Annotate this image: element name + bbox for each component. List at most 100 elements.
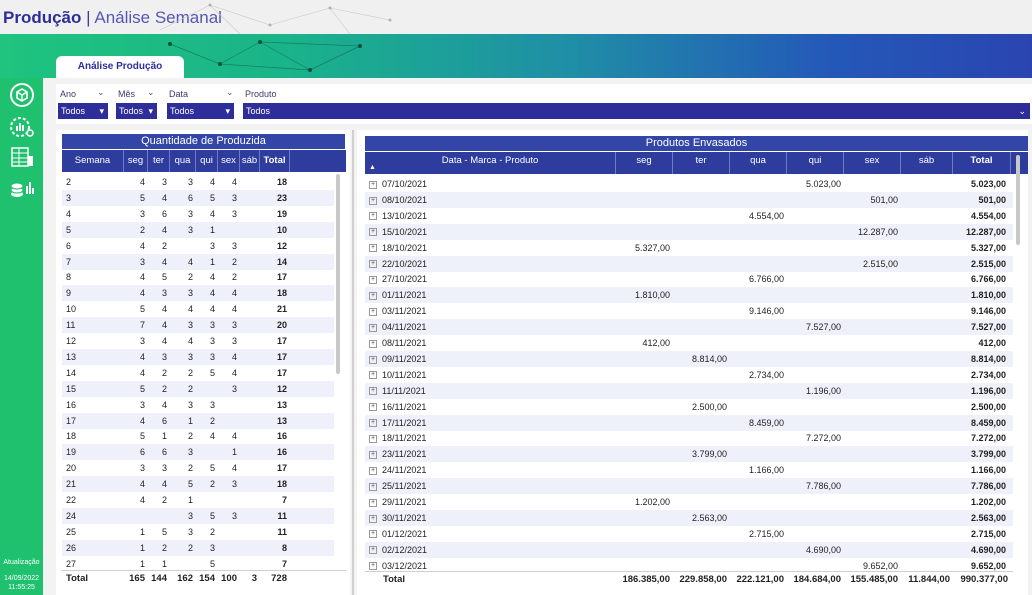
expand-icon[interactable]: + — [369, 466, 377, 475]
column-header-day[interactable]: sex — [218, 150, 240, 172]
table-row[interactable]: 13 4 3 3 3 4 17 — [62, 348, 334, 365]
sync-cube-icon[interactable] — [7, 82, 37, 108]
tab-analise-producao[interactable]: Análise Produção — [56, 56, 184, 78]
products-table-scrollbar[interactable] — [1016, 155, 1020, 245]
expand-icon[interactable]: + — [369, 387, 377, 396]
table-row[interactable]: +03/11/2021 9.146,00 9.146,00 — [365, 303, 1013, 319]
expand-icon[interactable]: + — [369, 450, 377, 459]
table-row[interactable]: 12 3 4 4 3 3 17 — [62, 333, 334, 349]
column-header-day[interactable]: ter — [148, 150, 170, 172]
table-row[interactable]: +08/10/2021 501,00 501,00 — [365, 191, 1013, 208]
table-row[interactable]: 9 4 3 3 4 4 18 — [62, 285, 334, 302]
expand-icon[interactable]: + — [369, 276, 377, 285]
table-row[interactable]: +04/11/2021 7.527,00 7.527,00 — [365, 319, 1013, 336]
table-row[interactable]: +24/11/2021 1.166,00 1.166,00 — [365, 462, 1013, 478]
column-header-day[interactable]: ter — [673, 152, 730, 174]
column-header-day[interactable]: Total — [260, 150, 290, 172]
table-row[interactable]: 11 7 4 3 3 3 20 — [62, 317, 334, 334]
column-header-day[interactable]: Total — [953, 152, 1011, 174]
expand-icon[interactable]: + — [369, 291, 377, 300]
gear-chart-icon[interactable] — [7, 114, 37, 140]
column-header-day[interactable]: qui — [196, 150, 218, 172]
table-row[interactable]: 19 6 6 3 1 16 — [62, 444, 334, 461]
table-row[interactable]: 3 5 4 6 5 3 23 — [62, 189, 334, 206]
table-row[interactable]: +17/11/2021 8.459,00 8.459,00 — [365, 414, 1013, 431]
expand-icon[interactable]: + — [369, 498, 377, 507]
table-row[interactable]: +29/11/2021 1.202,00 1.202,00 — [365, 494, 1013, 510]
table-row[interactable]: 20 3 3 2 5 4 17 — [62, 460, 334, 476]
table-row[interactable]: +10/11/2021 2.734,00 2.734,00 — [365, 367, 1013, 383]
table-row[interactable]: 7 3 4 4 1 2 14 — [62, 253, 334, 270]
column-header-day[interactable]: sáb — [901, 152, 953, 174]
column-header-day[interactable]: seg — [124, 150, 148, 172]
table-row[interactable]: 4 3 6 3 4 3 19 — [62, 206, 334, 222]
expand-icon[interactable]: + — [369, 530, 377, 539]
filter-produto-dropdown[interactable]: Todos ⌄ — [243, 103, 1030, 119]
table-row[interactable]: +13/10/2021 4.554,00 4.554,00 — [365, 208, 1013, 224]
table-row[interactable]: +16/11/2021 2.500,00 2.500,00 — [365, 399, 1013, 415]
table-row[interactable]: 24 3 5 3 11 — [62, 507, 334, 524]
table-row[interactable]: 18 5 1 2 4 4 16 — [62, 428, 334, 444]
table-row[interactable]: 6 4 2 3 3 12 — [62, 238, 334, 254]
expand-icon[interactable]: + — [369, 562, 377, 571]
table-row[interactable]: +01/12/2021 2.715,00 2.715,00 — [365, 526, 1013, 542]
expand-icon[interactable]: + — [369, 180, 377, 189]
expand-icon[interactable]: + — [369, 323, 377, 332]
table-row[interactable]: +22/10/2021 2.515,00 2.515,00 — [365, 255, 1013, 272]
table-row[interactable]: 14 4 2 2 5 4 17 — [62, 365, 334, 381]
column-header-day[interactable]: qui — [787, 152, 844, 174]
table-row[interactable]: 25 1 5 3 2 11 — [62, 524, 334, 540]
quantity-table-scrollbar[interactable] — [336, 174, 340, 374]
table-row[interactable]: 21 4 4 5 2 3 18 — [62, 476, 334, 493]
expand-icon[interactable]: + — [369, 212, 377, 221]
expand-icon[interactable]: + — [369, 244, 377, 253]
expand-icon[interactable]: + — [369, 514, 377, 523]
table-row[interactable]: +08/11/2021 412,00 412,00 — [365, 335, 1013, 351]
table-row[interactable]: +18/10/2021 5.327,00 5.327,00 — [365, 240, 1013, 256]
column-header-day[interactable]: qua — [170, 150, 196, 172]
table-row[interactable]: +15/10/2021 12.287,00 12.287,00 — [365, 223, 1013, 240]
filter-ano-dropdown[interactable]: Todos ▾ — [58, 103, 108, 119]
table-icon[interactable] — [7, 144, 37, 170]
table-row[interactable]: +07/10/2021 5.023,00 5.023,00 — [365, 176, 1013, 192]
expand-icon[interactable]: + — [369, 419, 377, 428]
table-row[interactable]: 17 4 6 1 2 13 — [62, 412, 334, 429]
table-row[interactable]: 26 1 2 2 3 8 — [62, 539, 334, 556]
table-row[interactable]: +01/11/2021 1.810,00 1.810,00 — [365, 287, 1013, 304]
table-row[interactable]: 2 4 3 3 4 4 18 — [62, 174, 334, 190]
expand-icon[interactable]: + — [369, 228, 377, 237]
expand-icon[interactable]: + — [369, 339, 377, 348]
table-row[interactable]: 22 4 2 1 7 — [62, 492, 334, 508]
column-header-day[interactable]: sáb — [240, 150, 260, 172]
coins-chart-icon[interactable] — [7, 176, 37, 202]
column-header-day[interactable]: qua — [730, 152, 787, 174]
table-row[interactable]: 5 2 4 3 1 10 — [62, 221, 334, 238]
table-row[interactable]: 16 3 4 3 3 13 — [62, 397, 334, 413]
expand-icon[interactable]: + — [369, 546, 377, 555]
expand-icon[interactable]: + — [369, 371, 377, 380]
table-row[interactable]: +18/11/2021 7.272,00 7.272,00 — [365, 430, 1013, 446]
expand-icon[interactable]: + — [369, 196, 377, 205]
column-header-semana[interactable]: Semana — [62, 150, 124, 172]
expand-icon[interactable]: + — [369, 435, 377, 444]
table-row[interactable]: +11/11/2021 1.196,00 1.196,00 — [365, 382, 1013, 399]
filter-mes-dropdown[interactable]: Todos ▾ — [116, 103, 157, 119]
table-row[interactable]: +30/11/2021 2.563,00 2.563,00 — [365, 509, 1013, 526]
table-row[interactable]: +09/11/2021 8.814,00 8.814,00 — [365, 350, 1013, 367]
table-row[interactable]: 15 5 2 2 3 12 — [62, 380, 334, 397]
expand-icon[interactable]: + — [369, 307, 377, 316]
expand-icon[interactable]: + — [369, 403, 377, 412]
expand-icon[interactable]: + — [369, 260, 377, 269]
table-row[interactable]: +27/10/2021 6.766,00 6.766,00 — [365, 271, 1013, 287]
column-header-day[interactable]: sex — [844, 152, 901, 174]
expand-icon[interactable]: + — [369, 482, 377, 491]
table-row[interactable]: +02/12/2021 4.690,00 4.690,00 — [365, 541, 1013, 558]
table-row[interactable]: +25/11/2021 7.786,00 7.786,00 — [365, 478, 1013, 495]
column-header-data-marca-produto[interactable]: Data - Marca - Produto — [365, 152, 616, 174]
table-row[interactable]: 10 5 4 4 4 4 21 — [62, 301, 334, 317]
filter-data-dropdown[interactable]: Todos ▾ — [167, 103, 234, 119]
table-row[interactable]: +23/11/2021 3.799,00 3.799,00 — [365, 446, 1013, 463]
table-row[interactable]: 8 4 5 2 4 2 17 — [62, 269, 334, 285]
column-header-day[interactable]: seg — [616, 152, 673, 174]
sort-ascending-icon[interactable]: ▲ — [369, 164, 376, 171]
